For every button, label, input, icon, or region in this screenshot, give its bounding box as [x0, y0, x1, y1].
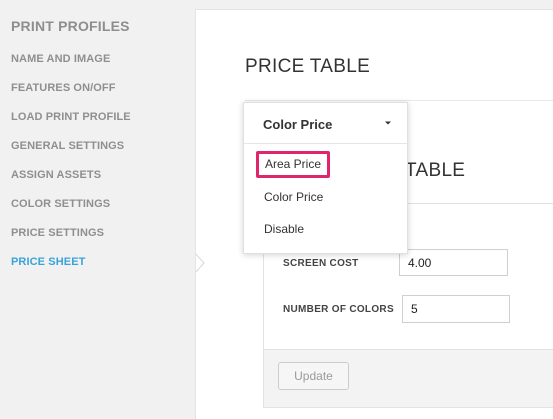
- card-title: TABLE: [405, 160, 466, 181]
- number-of-colors-input[interactable]: [402, 295, 510, 323]
- update-button[interactable]: Update: [278, 362, 349, 390]
- dropdown-selected-label: Color Price: [263, 117, 333, 132]
- sidebar-item-features-on-off[interactable]: FEATURES ON/OFF: [11, 82, 116, 94]
- price-type-dropdown[interactable]: Color Price Area Price Color Price Disab…: [243, 102, 408, 254]
- screen-cost-input[interactable]: [399, 249, 508, 276]
- dropdown-selected[interactable]: Color Price: [244, 103, 407, 144]
- sidebar-item-load-print-profile[interactable]: LOAD PRINT PROFILE: [11, 111, 131, 123]
- sidebar-title: PRINT PROFILES: [11, 18, 130, 34]
- sidebar-item-color-settings[interactable]: COLOR SETTINGS: [11, 198, 110, 210]
- sidebar-item-price-settings[interactable]: PRICE SETTINGS: [11, 227, 104, 239]
- page-title: PRICE TABLE: [245, 56, 371, 77]
- chevron-down-icon: [385, 121, 391, 125]
- dropdown-option-color-price[interactable]: Color Price: [264, 190, 323, 204]
- dropdown-option-area-price[interactable]: Area Price: [256, 151, 331, 178]
- number-of-colors-label: NUMBER OF COLORS: [283, 304, 394, 315]
- active-pointer-icon: [195, 253, 205, 273]
- sidebar-item-general-settings[interactable]: GENERAL SETTINGS: [11, 140, 124, 152]
- app-root: PRINT PROFILES NAME AND IMAGE FEATURES O…: [0, 0, 553, 419]
- screen-cost-label: SCREEN COST: [283, 258, 359, 269]
- title-divider: [245, 100, 553, 101]
- sidebar-item-name-and-image[interactable]: NAME AND IMAGE: [11, 53, 110, 65]
- sidebar: PRINT PROFILES NAME AND IMAGE FEATURES O…: [0, 0, 195, 419]
- sidebar-item-price-sheet[interactable]: PRICE SHEET: [11, 256, 85, 268]
- dropdown-option-disable[interactable]: Disable: [264, 222, 304, 236]
- sidebar-item-assign-assets[interactable]: ASSIGN ASSETS: [11, 169, 101, 181]
